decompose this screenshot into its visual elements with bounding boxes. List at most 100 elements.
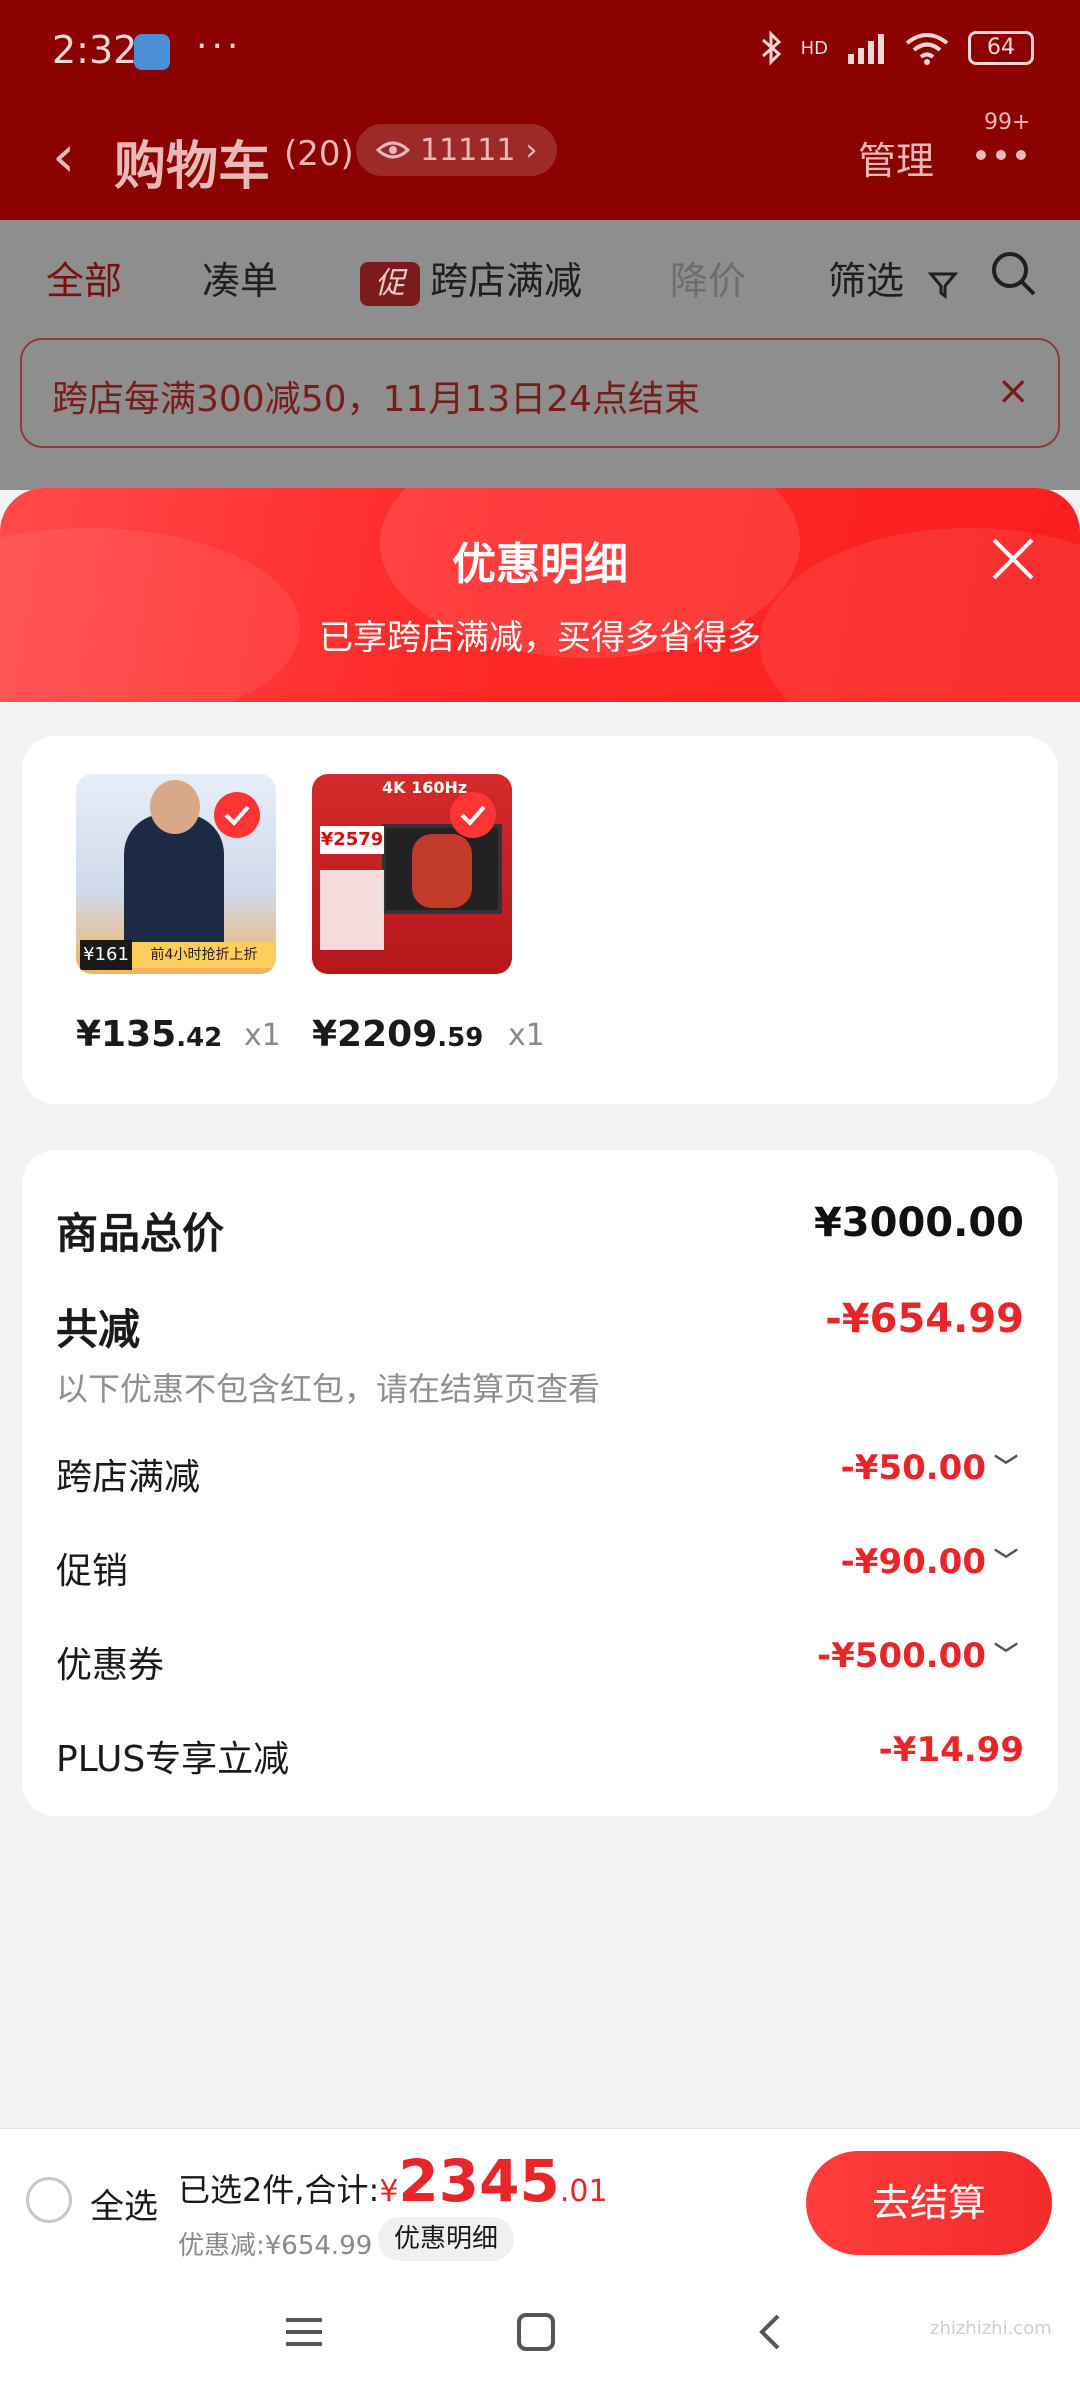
discount-row-value: -¥500.00 ﹀	[817, 1636, 1018, 1676]
tab-cross-store-label: 跨店满减	[430, 259, 583, 303]
discount-row-value: -¥90.00 ﹀	[841, 1542, 1018, 1582]
discount-row-amount: -¥500.00	[817, 1636, 986, 1676]
manage-button[interactable]: 管理	[858, 130, 934, 185]
product-price: ¥2209.59	[312, 1014, 483, 1055]
selected-count-text: 已选2件,合计:	[178, 2171, 380, 2209]
sheet-header: 优惠明细 已享跨店满减，买得多省得多	[0, 488, 1080, 758]
total-amount-int: 2345	[398, 2147, 560, 2215]
select-all-checkbox[interactable]	[26, 2177, 72, 2223]
monitor-figure	[412, 834, 472, 908]
sheet-subtitle: 已享跨店满减，买得多省得多	[319, 618, 761, 658]
home-icon[interactable]	[516, 2312, 556, 2352]
discount-row-label: PLUS专享立减	[56, 1739, 290, 1780]
chevron-down-icon: ﹀	[994, 1453, 1018, 1481]
tab-filter-label: 筛选	[828, 259, 905, 303]
wifi-icon	[905, 33, 949, 65]
product-price-int: ¥2209	[312, 1014, 438, 1055]
watch-count-chip[interactable]: 11111 ›	[356, 124, 558, 176]
dimmed-background: 全部 凑单 促跨店满减 降价 筛选 跨店每满300减50，11月13日24点结束…	[0, 220, 1080, 490]
selected-check-icon	[450, 792, 496, 838]
discount-detail-chip[interactable]: 优惠明细	[378, 2217, 515, 2261]
selected-check-icon	[214, 792, 260, 838]
product-qty: x1	[244, 1018, 281, 1053]
menu-icon[interactable]	[284, 2312, 324, 2352]
battery-indicator: 64	[968, 31, 1034, 65]
discount-summary: 优惠减:¥654.99	[178, 2231, 373, 2261]
discount-row-label: 优惠券	[56, 1645, 165, 1686]
discount-row-label: 促销	[56, 1551, 129, 1592]
search-icon[interactable]	[990, 250, 1038, 298]
status-time: 2:32	[52, 28, 138, 72]
cart-count: (20)	[284, 134, 354, 174]
selection-summary: 已选2件,合计:¥2345.01	[178, 2147, 608, 2215]
network-type-label: HD	[800, 37, 828, 59]
more-dot-icon	[1016, 150, 1026, 160]
system-indicators: HD 64	[761, 30, 1034, 66]
close-icon[interactable]	[986, 532, 1040, 586]
tab-all[interactable]: 全部	[46, 250, 122, 305]
price-summary-card: 商品总价 ¥3000.00 共减 -¥654.99 以下优惠不包含红包，请在结算…	[22, 1150, 1058, 1816]
product-price-int: ¥135	[76, 1014, 177, 1055]
product-thumbnail: ¥2579 4K 160Hz	[312, 774, 512, 974]
system-nav-bar	[0, 2268, 1080, 2400]
filter-icon	[927, 272, 959, 299]
sheet-title: 优惠明细	[452, 539, 628, 590]
status-bar: 2:32 ··· HD 64	[0, 0, 1080, 100]
chevron-right-icon: ›	[525, 132, 538, 168]
discount-row-label: 跨店满减	[56, 1457, 201, 1498]
total-amount-dec: .01	[559, 2174, 608, 2209]
product-thumbnail: ¥161 前4小时抢折上折	[76, 774, 276, 974]
promo-badge: 促	[360, 261, 420, 306]
cart-header: ‹ 购物车 (20) 11111 › 管理 99+	[0, 110, 1080, 210]
thumb-price-tag: ¥161	[80, 940, 132, 970]
tab-filter[interactable]: 筛选	[828, 250, 959, 305]
discount-note: 以下优惠不包含红包，请在结算页查看	[56, 1370, 601, 1408]
more-dot-icon	[976, 150, 986, 160]
product-item[interactable]: ¥2579 4K 160Hz ¥2209.59 x1	[312, 774, 545, 1055]
watermark-text: zhizhizhi.com	[930, 2318, 1052, 2339]
discount-total-value: -¥654.99	[825, 1296, 1024, 1342]
back-button[interactable]: ‹	[52, 122, 75, 190]
discount-row-amount: -¥90.00	[840, 1542, 986, 1582]
top-app-bar: 2:32 ··· HD 64 ‹ 购物车 (20) 11111 › 管理 99+	[0, 0, 1080, 220]
status-more-dots: ···	[196, 26, 243, 67]
product-price: ¥135.42	[76, 1014, 222, 1055]
total-label: 商品总价	[56, 1209, 225, 1258]
chevron-down-icon: ﹀	[994, 1641, 1018, 1669]
discount-detail-sheet: 优惠明细 已享跨店满减，买得多省得多 ¥161 前4小时抢折上折 ¥135.42…	[0, 488, 1080, 2400]
back-nav-icon[interactable]	[750, 2312, 790, 2352]
checkout-bar: 全选 已选2件,合计:¥2345.01 优惠减:¥654.99 优惠明细 去结算	[0, 2128, 1080, 2268]
product-qty: x1	[508, 1018, 545, 1053]
bluetooth-icon	[761, 30, 781, 66]
chevron-down-icon: ﹀	[994, 1547, 1018, 1575]
thumb-spec-panel	[320, 870, 384, 950]
select-all-label[interactable]: 全选	[90, 2179, 158, 2228]
page-title: 购物车	[114, 137, 271, 197]
watch-count-value: 11111	[420, 132, 516, 168]
promo-banner-text: 跨店每满300减50，11月13日24点结束	[52, 379, 700, 420]
more-dot-icon	[996, 150, 1006, 160]
tab-bundle[interactable]: 凑单	[202, 250, 278, 305]
filter-tabs: 全部 凑单 促跨店满减 降价 筛选	[0, 220, 1080, 330]
more-menu-button[interactable]: 99+	[968, 110, 1048, 190]
discount-row-value: -¥50.00 ﹀	[841, 1448, 1018, 1488]
checkout-button[interactable]: 去结算	[806, 2151, 1052, 2255]
notification-app-icon	[134, 34, 170, 70]
model-head	[150, 780, 200, 834]
thumb-price-tag: ¥2579	[320, 826, 384, 854]
tab-cross-store[interactable]: 促跨店满减	[360, 250, 582, 306]
thumb-promo-band: 前4小时抢折上折	[132, 942, 276, 968]
discount-row-value: -¥14.99	[878, 1730, 1024, 1770]
close-icon[interactable]: ×	[996, 368, 1030, 414]
message-badge: 99+	[984, 110, 1031, 135]
promo-banner: 跨店每满300减50，11月13日24点结束 ×	[20, 338, 1060, 448]
product-price-dec: .42	[176, 1023, 223, 1053]
eye-icon	[376, 141, 410, 159]
total-value: ¥3000.00	[813, 1200, 1024, 1246]
selected-products-card: ¥161 前4小时抢折上折 ¥135.42 x1 ¥2579 4K 160Hz …	[22, 736, 1058, 1104]
product-item[interactable]: ¥161 前4小时抢折上折 ¥135.42 x1	[76, 774, 281, 1055]
total-currency: ¥	[379, 2174, 399, 2209]
discount-row-amount: -¥50.00	[840, 1448, 986, 1488]
product-price-dec: .59	[437, 1023, 484, 1053]
tab-price-drop[interactable]: 降价	[670, 250, 746, 305]
